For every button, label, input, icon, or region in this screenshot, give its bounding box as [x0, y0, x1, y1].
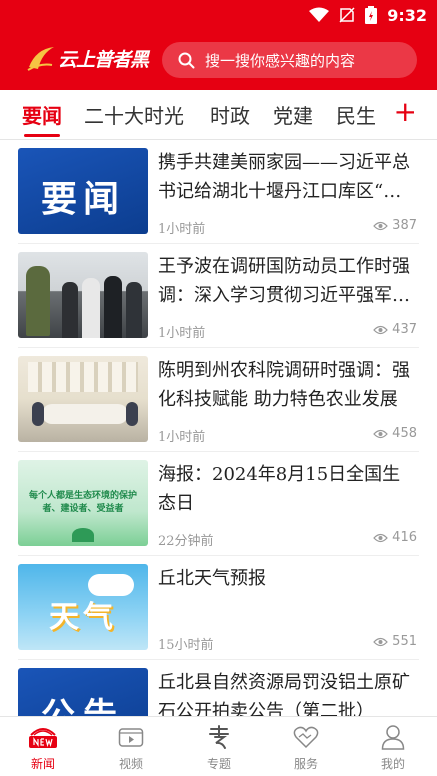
article-title: 海报：2024年8月15日全国生态日: [158, 464, 401, 514]
thumbnail-label: 天气: [49, 600, 117, 635]
article-thumbnail: [18, 252, 148, 338]
tab-shizheng[interactable]: 时政: [210, 100, 250, 129]
tab-minsheng[interactable]: 民生: [336, 100, 376, 129]
article-item[interactable]: 天气 丘北天气预报 15小时前 551: [18, 556, 419, 660]
nav-label: 视频: [118, 757, 143, 771]
status-time: 9:32: [387, 5, 427, 25]
no-sim-icon: [339, 7, 355, 23]
status-bar: 9:32: [309, 4, 427, 26]
article-time: 1小时前: [158, 326, 206, 341]
active-tab-indicator: [24, 134, 60, 137]
eye-icon: [373, 221, 388, 230]
app-header: 9:32 云上普者黑 搜一搜你感兴趣的内容: [0, 0, 437, 90]
thumbnail-label: 要闻: [40, 179, 125, 220]
nav-topics[interactable]: 专题: [189, 723, 249, 772]
article-time: 22分钟前: [158, 534, 214, 549]
nav-services[interactable]: 服务: [276, 723, 336, 772]
logo-text: 云上普者黑: [58, 48, 149, 71]
article-thumbnail: 每个人都是生态环境的保护者、建设者、受益者: [18, 460, 148, 546]
article-title: 丘北天气预报: [158, 568, 266, 589]
article-title: 陈明到州农科院调研时强调：强化科技赋能 助力特色农业发展: [158, 360, 410, 410]
search-icon: [178, 52, 195, 68]
article-views: 458: [373, 426, 417, 441]
tab-yaowen[interactable]: 要闻: [22, 100, 62, 129]
view-count: 437: [392, 322, 417, 337]
user-icon: [381, 725, 405, 750]
nav-label: 服务: [293, 757, 318, 771]
logo-mark-icon: [27, 47, 54, 71]
view-count: 551: [392, 634, 417, 649]
poster-slogan: 每个人都是生态环境的保护者、建设者、受益者: [28, 491, 137, 514]
search-bar[interactable]: 搜一搜你感兴趣的内容: [162, 42, 417, 78]
tab-dangjian[interactable]: 党建: [273, 100, 313, 129]
article-item[interactable]: 要闻 携手共建美丽家园——习近平总书记给湖北十堰丹江口库区“绿水青山”作出重要指…: [18, 140, 419, 244]
article-time: 1小时前: [158, 430, 206, 445]
article-thumbnail: 要闻: [18, 148, 148, 234]
article-views: 551: [373, 634, 417, 649]
view-count: 458: [392, 426, 417, 441]
add-channel-button[interactable]: +: [394, 98, 417, 126]
category-tabs: 要闻 二十大时光 时政 党建 民生 +: [0, 90, 437, 140]
eye-icon: [373, 325, 388, 334]
bottom-nav: 新闻 视频 专题 服务 我的: [0, 716, 437, 776]
news-icon: [29, 728, 57, 748]
nav-news[interactable]: 新闻: [13, 723, 73, 772]
tab-ershida-shiguang[interactable]: 二十大时光: [84, 100, 184, 129]
article-views: 387: [373, 218, 417, 233]
article-views: 437: [373, 322, 417, 337]
view-count: 416: [392, 530, 417, 545]
article-thumbnail: 天气: [18, 564, 148, 650]
video-icon: [118, 728, 144, 747]
nav-profile[interactable]: 我的: [363, 723, 423, 772]
nav-label: 专题: [206, 757, 231, 771]
app-logo[interactable]: 云上普者黑: [26, 42, 149, 74]
heart-handshake-icon: [293, 726, 319, 749]
wifi-icon: [309, 7, 330, 22]
battery-icon: [365, 6, 378, 24]
nav-video[interactable]: 视频: [101, 723, 161, 772]
nav-label: 新闻: [30, 757, 55, 771]
article-thumbnail: [18, 356, 148, 442]
article-time: 15小时前: [158, 638, 214, 653]
article-title: 王予波在调研国防动员工作时强调：深入学习贯彻习近平强军思想: [158, 256, 410, 306]
eye-icon: [373, 637, 388, 646]
article-time: 1小时前: [158, 222, 206, 237]
article-title: 携手共建美丽家园——习近平总书记给湖北十堰丹江口库区“绿水青山”作出重要指示: [158, 152, 410, 202]
nav-label: 我的: [380, 757, 405, 771]
article-item[interactable]: 每个人都是生态环境的保护者、建设者、受益者 海报：2024年8月15日全国生态日…: [18, 452, 419, 556]
article-item[interactable]: 陈明到州农科院调研时强调：强化科技赋能 助力特色农业发展 1小时前 458: [18, 348, 419, 452]
topics-icon: [209, 725, 229, 749]
article-item[interactable]: 王予波在调研国防动员工作时强调：深入学习贯彻习近平强军思想 1小时前 437: [18, 244, 419, 348]
eye-icon: [373, 533, 388, 542]
article-views: 416: [373, 530, 417, 545]
view-count: 387: [392, 218, 417, 233]
eye-icon: [373, 429, 388, 438]
search-placeholder: 搜一搜你感兴趣的内容: [205, 51, 356, 70]
